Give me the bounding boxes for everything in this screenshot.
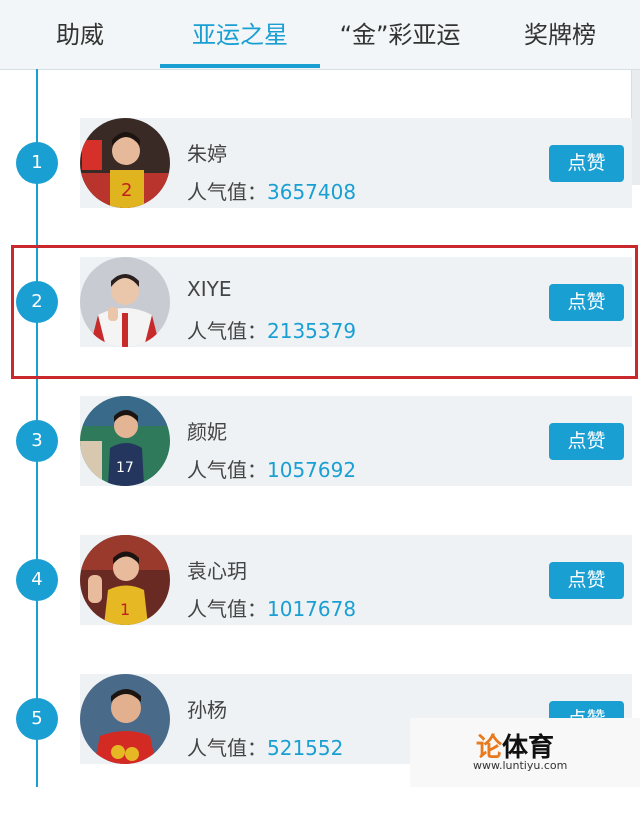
rank-badge: 5 bbox=[16, 698, 58, 740]
popularity-value: 2135379 bbox=[267, 319, 357, 343]
ranking-row: 3 17 颜妮 人气值：1057692 点赞 bbox=[0, 396, 640, 536]
popularity-value: 3657408 bbox=[267, 180, 357, 204]
watermark-url: www.luntiyu.com bbox=[473, 759, 568, 772]
athlete-name: 孙杨 bbox=[187, 698, 227, 722]
like-button[interactable]: 点赞 bbox=[549, 423, 624, 460]
like-button[interactable]: 点赞 bbox=[549, 562, 624, 599]
popularity-label: 人气值： bbox=[187, 180, 267, 204]
tab-cheer[interactable]: 助威 bbox=[0, 0, 160, 69]
like-button[interactable]: 点赞 bbox=[549, 284, 624, 321]
popularity-line: 人气值：3657408 bbox=[187, 176, 356, 205]
popularity-line: 人气值：521552 bbox=[187, 732, 343, 761]
svg-text:1: 1 bbox=[120, 600, 130, 619]
ranking-row: 2 XIYE 人气值：2135379 点赞 bbox=[0, 257, 640, 397]
popularity-value: 1017678 bbox=[267, 597, 357, 621]
ranking-row: 4 1 袁心玥 人气值：1017678 点赞 bbox=[0, 535, 640, 675]
popularity-label: 人气值： bbox=[187, 458, 267, 482]
popularity-value: 1057692 bbox=[267, 458, 357, 482]
tab-golden-asian-games[interactable]: “金”彩亚运 bbox=[320, 0, 480, 69]
rank-badge: 2 bbox=[16, 281, 58, 323]
popularity-label: 人气值： bbox=[187, 736, 267, 760]
athlete-name: 朱婷 bbox=[187, 142, 227, 166]
athlete-name: 颜妮 bbox=[187, 420, 227, 444]
popularity-line: 人气值：1017678 bbox=[187, 593, 356, 622]
popularity-line: 人气值：2135379 bbox=[187, 315, 356, 344]
ranking-row: 1 2 朱婷 人气值：3657408 点赞 bbox=[0, 118, 640, 258]
athlete-avatar[interactable] bbox=[80, 257, 170, 347]
popularity-line: 人气值：1057692 bbox=[187, 454, 356, 483]
rank-badge: 3 bbox=[16, 420, 58, 462]
active-tab-indicator bbox=[160, 64, 320, 68]
athlete-name: XIYE bbox=[187, 277, 232, 301]
athlete-avatar[interactable]: 2 bbox=[80, 118, 170, 208]
like-button[interactable]: 点赞 bbox=[549, 145, 624, 182]
svg-text:17: 17 bbox=[116, 460, 134, 476]
tab-medal-table[interactable]: 奖牌榜 bbox=[480, 0, 640, 69]
popularity-value: 521552 bbox=[267, 736, 344, 760]
athlete-name: 袁心玥 bbox=[187, 559, 247, 583]
tab-asian-games-stars[interactable]: 亚运之星 bbox=[160, 0, 320, 69]
rank-badge: 1 bbox=[16, 142, 58, 184]
top-tab-bar: 助威 亚运之星 “金”彩亚运 奖牌榜 bbox=[0, 0, 640, 70]
popularity-label: 人气值： bbox=[187, 319, 267, 343]
svg-text:2: 2 bbox=[121, 180, 132, 201]
athlete-avatar[interactable]: 17 bbox=[80, 396, 170, 486]
athlete-avatar[interactable]: 1 bbox=[80, 535, 170, 625]
popularity-label: 人气值： bbox=[187, 597, 267, 621]
rank-badge: 4 bbox=[16, 559, 58, 601]
athlete-avatar[interactable] bbox=[80, 674, 170, 764]
